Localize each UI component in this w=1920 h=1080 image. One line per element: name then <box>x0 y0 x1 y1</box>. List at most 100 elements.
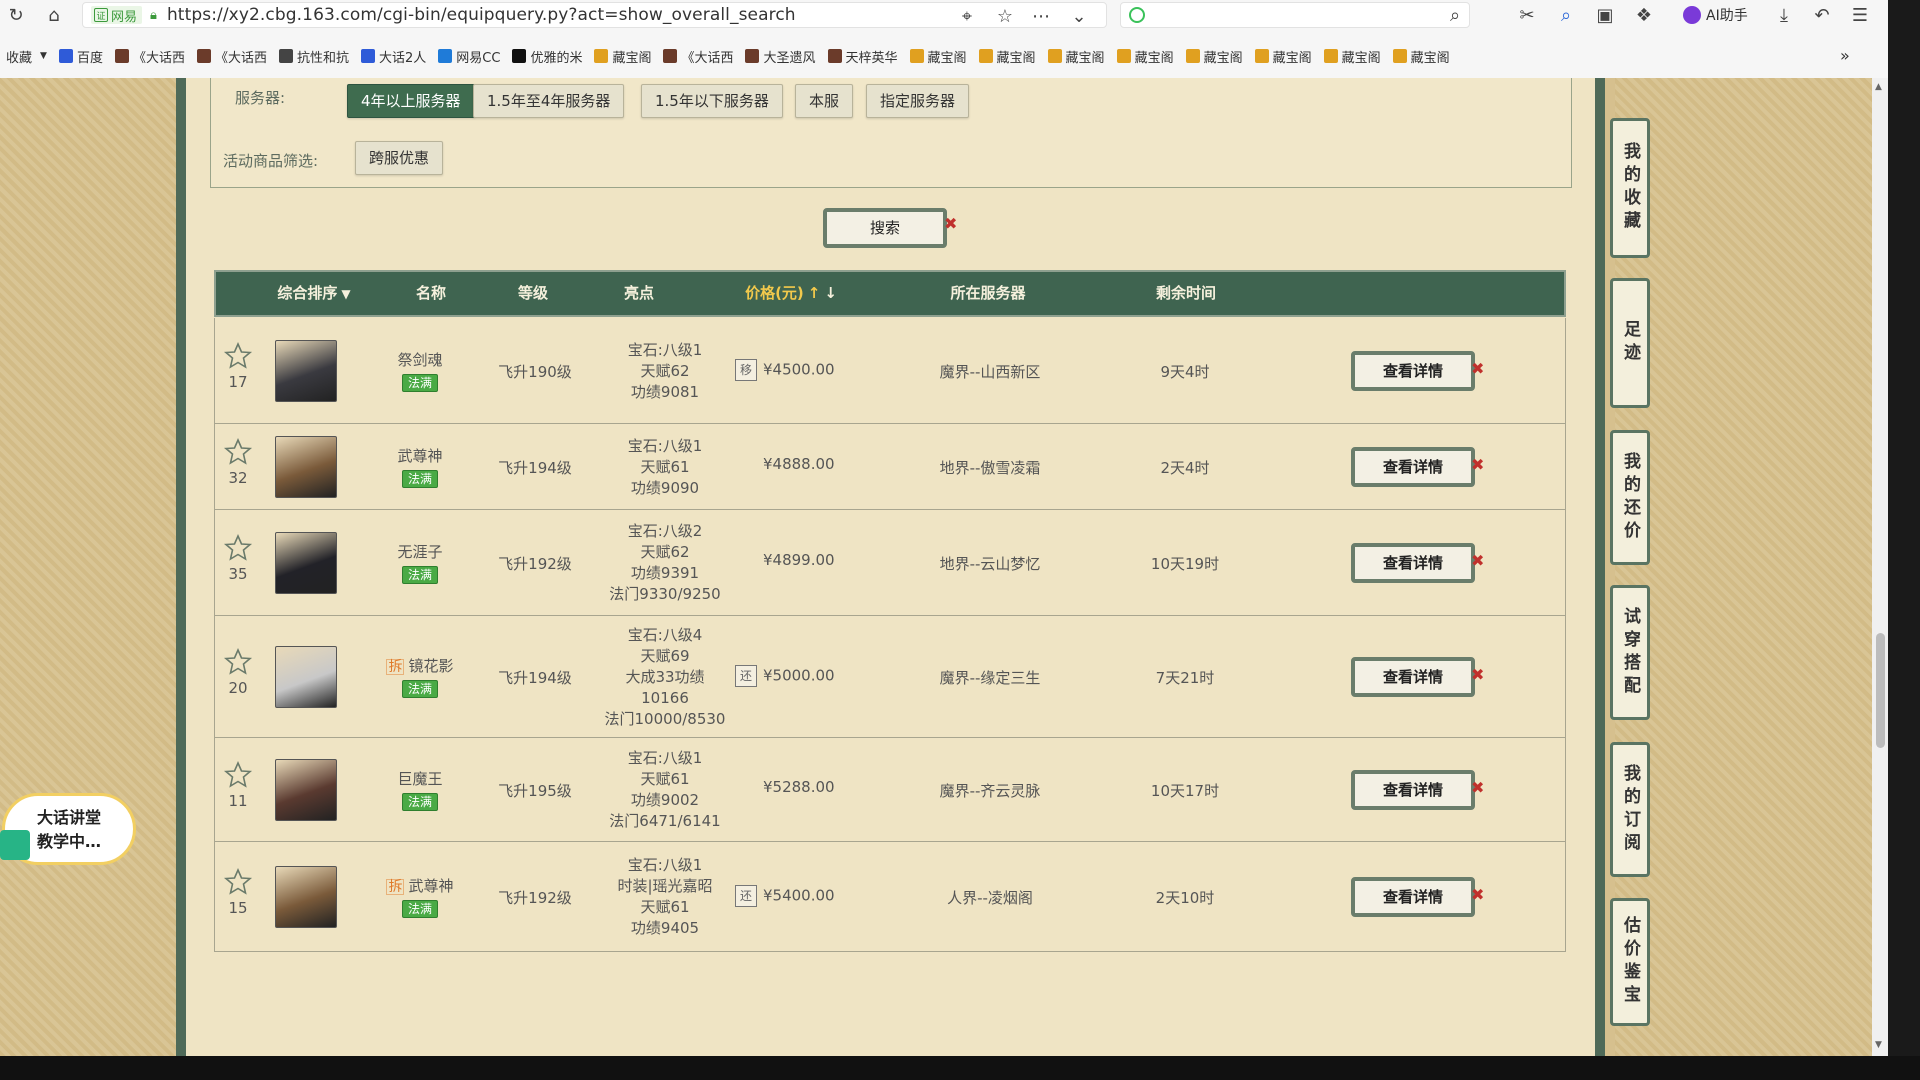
browser-window: ↻ ⌂ 证网易 🔒︎ https://xy2.cbg.163.com/cgi-b… <box>0 0 1888 1056</box>
screenshot-icon[interactable]: ▣ <box>1593 3 1617 27</box>
reload-icon[interactable]: ↻ <box>4 3 28 27</box>
bookmark-item[interactable]: 藏宝阁 <box>1392 47 1450 66</box>
view-details-button[interactable]: 查看详情 <box>1351 543 1475 583</box>
server-option-under-1-5yr[interactable]: 1.5年以下服务器 <box>641 84 783 118</box>
bookmark-item[interactable]: 《大话西 <box>114 47 185 66</box>
bookmark-item[interactable]: 藏宝阁 <box>1185 47 1243 66</box>
side-tab-6[interactable]: 估价鉴宝 <box>1610 898 1650 1026</box>
search-icon[interactable]: ⌕ <box>1443 3 1467 27</box>
character-avatar[interactable] <box>275 532 337 594</box>
bookmark-item[interactable]: 百度 <box>58 47 103 66</box>
lock-icon: 🔒︎ <box>150 7 157 23</box>
button-ornament-icon: ✖ <box>1471 455 1485 474</box>
status-badge: 法满 <box>401 680 438 698</box>
search-button[interactable]: 搜索 <box>823 208 947 248</box>
promo-option-cross-server[interactable]: 跨服优惠 <box>355 141 444 175</box>
table-row: 35 无涯子 法满 飞升192级 宝石:八级2 天赋62 功绩9391 法门9330/9250… <box>214 510 1566 616</box>
location-icon[interactable]: ⌖ <box>955 4 979 28</box>
browser-toolbar: ↻ ⌂ 证网易 🔒︎ https://xy2.cbg.163.com/cgi-b… <box>0 0 1888 31</box>
bookmark-item[interactable]: 藏宝阁 <box>909 47 967 66</box>
side-tab-4[interactable]: 试穿搭配 <box>1610 585 1650 720</box>
favorite-star-icon[interactable] <box>223 341 253 371</box>
bookmark-item[interactable]: 藏宝阁 <box>1047 47 1105 66</box>
bookmark-item[interactable]: 藏宝阁 <box>1323 47 1381 66</box>
bookmark-item[interactable]: 网易CC <box>438 47 500 66</box>
highlights-cell: 宝石:八级1 天赋61 功绩9002 法门6471/6141 <box>585 748 745 832</box>
home-icon[interactable]: ⌂ <box>42 3 66 27</box>
character-avatar[interactable] <box>275 340 337 402</box>
bookmark-item[interactable]: 藏宝阁 <box>1116 47 1174 66</box>
bookmarks-menu[interactable]: 收藏 ▼ <box>6 47 47 66</box>
character-avatar[interactable] <box>275 436 337 498</box>
extensions-icon[interactable]: ❖ <box>1632 3 1656 27</box>
price-badge-icon: 还 <box>735 885 757 907</box>
character-name[interactable]: 无涯子 <box>397 543 442 561</box>
character-name[interactable]: 武尊神 <box>397 447 442 465</box>
scroll-up-icon[interactable]: ▲ <box>1875 82 1882 92</box>
chevron-down-icon[interactable]: ⌄ <box>1067 4 1091 28</box>
menu-icon[interactable]: ☰ <box>1848 3 1872 27</box>
favorite-star-icon[interactable] <box>223 867 253 897</box>
favorite-star-icon[interactable] <box>223 647 253 677</box>
side-tab-1[interactable]: 我的收藏 <box>1610 118 1650 258</box>
server-column-header: 所在服务器 <box>950 284 1026 302</box>
character-avatar[interactable] <box>275 866 337 928</box>
side-tab-5[interactable]: 我的订阅 <box>1610 742 1650 877</box>
server-option-1-5-to-4yr[interactable]: 1.5年至4年服务器 <box>473 84 625 118</box>
price-cell: ¥5288.00 <box>735 778 845 796</box>
bookmark-item[interactable]: 大圣遗风 <box>745 47 816 66</box>
character-avatar[interactable] <box>275 646 337 708</box>
bookmarks-more-icon[interactable]: » <box>1840 46 1850 65</box>
character-name[interactable]: 祭剑魂 <box>397 351 442 369</box>
character-name[interactable]: 武尊神 <box>408 877 453 895</box>
find-icon[interactable]: ⌕ <box>1554 3 1578 27</box>
view-details-button[interactable]: 查看详情 <box>1351 351 1475 391</box>
view-details-button[interactable]: 查看详情 <box>1351 657 1475 697</box>
price-value: ¥5288.00 <box>763 778 835 796</box>
favorite-star-icon[interactable] <box>223 437 253 467</box>
undo-icon[interactable]: ↶ <box>1810 3 1834 27</box>
bookmark-item[interactable]: 藏宝阁 <box>1254 47 1312 66</box>
address-bar[interactable]: 证网易 🔒︎ https://xy2.cbg.163.com/cgi-bin/e… <box>82 2 1107 28</box>
sort-asc-icon[interactable]: ↑ <box>808 284 821 302</box>
bookmark-item[interactable]: 天梓英华 <box>827 47 898 66</box>
server-option-specified[interactable]: 指定服务器 <box>866 84 970 118</box>
page-scrollbar[interactable]: ▲ ▼ <box>1872 78 1888 1056</box>
bookmark-star-icon[interactable]: ☆ <box>993 4 1017 28</box>
bookmark-item[interactable]: 优雅的米 <box>512 47 582 66</box>
table-row: 15 拆武尊神 法满 飞升192级 宝石:八级1 时装|瑶光嘉昭 天赋61 功绩9405 还 ¥5… <box>214 842 1566 952</box>
button-ornament-icon: ✖ <box>1471 551 1485 570</box>
bookmark-item[interactable]: 抗性和抗 <box>278 47 349 66</box>
view-details-button[interactable]: 查看详情 <box>1351 447 1475 487</box>
site-verified-badge[interactable]: 证网易 <box>91 6 143 25</box>
more-icon[interactable]: ⋯ <box>1029 4 1053 28</box>
ai-assistant-button[interactable]: AI助手 <box>1683 5 1748 25</box>
download-icon[interactable]: ⤓ <box>1772 3 1796 27</box>
favorite-star-icon[interactable] <box>223 760 253 790</box>
sort-desc-icon[interactable]: ↓ <box>824 284 837 302</box>
favorite-star-icon[interactable] <box>223 533 253 563</box>
character-name[interactable]: 巨魔王 <box>397 770 442 788</box>
search-engine-icon[interactable] <box>1129 7 1145 23</box>
scroll-down-icon[interactable]: ▼ <box>1875 1040 1882 1050</box>
bookmark-item[interactable]: 藏宝阁 <box>978 47 1036 66</box>
price-column-header[interactable]: 价格(元) ↑ ↓ <box>736 272 846 315</box>
side-tab-3[interactable]: 我的还价 <box>1610 430 1650 565</box>
side-tab-2[interactable]: 足迹 <box>1610 278 1650 408</box>
view-details-button[interactable]: 查看详情 <box>1351 877 1475 917</box>
bookmark-item[interactable]: 《大话西 <box>196 47 267 66</box>
browser-search-input[interactable]: ⌕ <box>1120 2 1470 28</box>
bookmark-item[interactable]: 大话2人 <box>361 47 426 66</box>
bookmark-item[interactable]: 《大话西 <box>663 47 733 66</box>
scrollbar-thumb[interactable] <box>1876 633 1885 748</box>
character-avatar[interactable] <box>275 759 337 821</box>
server-option-4yr-plus[interactable]: 4年以上服务器 <box>347 84 475 118</box>
bookmark-item[interactable]: 藏宝阁 <box>594 47 651 66</box>
tutorial-icon[interactable] <box>0 830 30 860</box>
cut-icon[interactable]: ✂ <box>1515 3 1539 27</box>
sort-column-header[interactable]: 综合排序 ▼ <box>266 272 362 315</box>
url-text[interactable]: https://xy2.cbg.163.com/cgi-bin/equipque… <box>167 5 796 25</box>
server-option-this-server[interactable]: 本服 <box>795 84 854 118</box>
view-details-button[interactable]: 查看详情 <box>1351 770 1475 810</box>
character-name[interactable]: 镜花影 <box>408 657 453 675</box>
